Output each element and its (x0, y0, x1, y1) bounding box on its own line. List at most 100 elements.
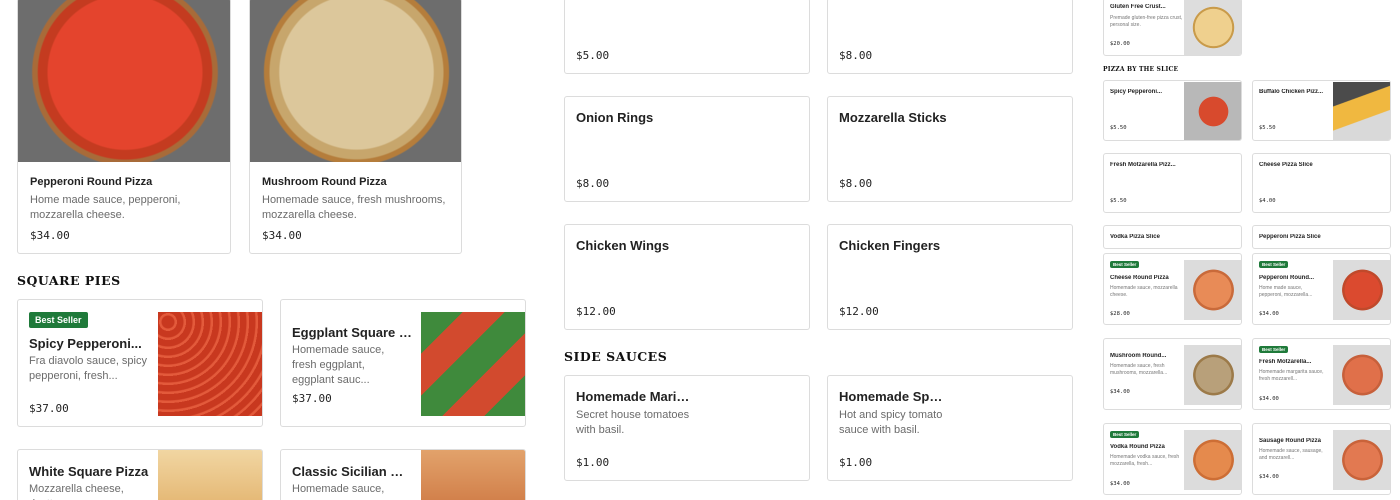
item-name: Sausage Round Pizza (1259, 438, 1322, 444)
item-name: Mushroom Round... (1110, 353, 1167, 359)
item-name: Mushroom Round Pizza (262, 176, 387, 188)
menu-item-card[interactable]: Fresh Motzarella Pizz... $5.50 (1103, 153, 1242, 213)
pizza-image (18, 0, 230, 162)
menu-item-card[interactable]: Pepperoni Round Pizza Home made sauce, p… (17, 0, 231, 254)
menu-item-card[interactable]: White Square Pizza Mozzarella cheese, ri… (17, 449, 263, 500)
item-price: $34.00 (1110, 481, 1130, 487)
item-price: $5.50 (1110, 125, 1127, 131)
item-name: Spicy Pepperoni... (29, 336, 142, 351)
item-name: White Square Pizza (29, 464, 149, 479)
item-price: $5.00 (576, 49, 610, 62)
item-description: Homemade sauce, fresh mushrooms, mozzare… (1110, 363, 1168, 376)
item-description: Homemade sauce, fresh mushrooms, mozzare… (262, 194, 446, 221)
best-seller-badge: Best Seller (1259, 261, 1289, 268)
menu-item-card[interactable]: Pepperoni Pizza Slice (1252, 225, 1391, 249)
menu-item-card[interactable]: $5.00 (564, 0, 810, 74)
item-description: Secret house tomatoes with basil. (576, 409, 690, 436)
item-description: Home made sauce, pepperoni, mozzarella c… (30, 194, 181, 221)
item-price: $37.00 (29, 402, 69, 415)
item-description: Homemade vodka sauce, fresh mozzarella, … (1110, 454, 1180, 467)
item-name: Cheese Round Pizza (1110, 275, 1169, 281)
pizza-image (158, 450, 262, 500)
item-name: Cheese Pizza Slice (1259, 162, 1313, 168)
menu-item-card[interactable]: Classic Sicilian Squ... Homemade sauce, (280, 449, 526, 500)
item-name: Buffalo Chicken Pizz... (1259, 89, 1324, 95)
item-price: $12.00 (576, 305, 616, 318)
item-name: Fresh Motzarella... (1259, 359, 1312, 365)
menu-item-card[interactable]: Homemade Spicy... Hot and spicy tomato s… (827, 375, 1073, 481)
item-price: $4.00 (1259, 198, 1276, 204)
item-price: $1.00 (576, 456, 610, 469)
item-description: Homemade sauce, mozzarella cheese. (1110, 285, 1178, 298)
item-name: Chicken Wings (576, 238, 670, 253)
item-price: $5.50 (1110, 198, 1127, 204)
item-name: Pepperoni Pizza Slice (1259, 234, 1321, 240)
menu-item-card[interactable]: Buffalo Chicken Pizz... $5.50 (1252, 80, 1391, 141)
item-price: $8.00 (839, 49, 873, 62)
menu-item-card[interactable]: Eggplant Square Pizza Homemade sauce, fr… (280, 299, 526, 427)
item-price: $12.00 (839, 305, 879, 318)
pizza-image (1333, 82, 1390, 140)
section-title-side-sauces: SIDE SAUCES (564, 349, 668, 364)
pizza-image (1333, 260, 1390, 320)
best-seller-badge: Best Seller (29, 312, 88, 328)
item-price: $20.00 (1110, 41, 1130, 47)
item-name: Spicy Pepperoni... (1110, 89, 1163, 95)
menu-item-card[interactable]: Mushroom Round... Homemade sauce, fresh … (1103, 338, 1242, 410)
menu-item-card[interactable]: Spicy Pepperoni... $5.50 (1103, 80, 1242, 141)
menu-item-card[interactable]: Homemade Marinar... Secret house tomatoe… (564, 375, 810, 481)
pizza-image (1184, 430, 1241, 490)
item-price: $28.00 (1110, 311, 1130, 317)
item-price: $34.00 (1259, 396, 1279, 402)
item-name: Pepperoni Round... (1259, 275, 1314, 281)
item-name: Pepperoni Round Pizza (30, 176, 153, 188)
item-name: Onion Rings (576, 110, 654, 125)
item-price: $8.00 (839, 177, 873, 190)
item-price: $34.00 (30, 229, 70, 242)
menu-item-card[interactable]: Vodka Pizza Slice (1103, 225, 1242, 249)
item-description: Home made sauce, pepperoni, mozzarella..… (1259, 285, 1313, 298)
pizza-image (158, 312, 262, 416)
menu-item-card[interactable]: Best Seller Fresh Motzarella... Homemade… (1252, 338, 1391, 410)
menu-item-card[interactable]: Chicken Wings $12.00 (564, 224, 810, 330)
item-name: Vodka Pizza Slice (1110, 234, 1160, 240)
best-seller-badge: Best Seller (1110, 431, 1140, 438)
pizza-image (421, 312, 525, 416)
item-description: Fra diavolo sauce, spicy pepperoni, fres… (29, 355, 147, 382)
item-description: Homemade margarita sauce, fresh mozzarel… (1259, 369, 1324, 382)
item-name: Chicken Fingers (839, 238, 941, 253)
item-price: $5.50 (1259, 125, 1276, 131)
menu-item-card[interactable]: Best Seller Pepperoni Round... Home made… (1252, 253, 1391, 325)
item-price: $34.00 (1259, 311, 1279, 317)
menu-item-card[interactable]: $8.00 (827, 0, 1073, 74)
pizza-image (1184, 0, 1241, 55)
menu-item-card[interactable]: Cheese Pizza Slice $4.00 (1252, 153, 1391, 213)
menu-item-card[interactable]: Chicken Fingers $12.00 (827, 224, 1073, 330)
item-price: $37.00 (292, 392, 332, 405)
item-name: Fresh Motzarella Pizz... (1110, 162, 1176, 168)
item-description: Homemade sauce, sausage, and mozzarell..… (1259, 448, 1323, 461)
menu-item-card[interactable]: Onion Rings $8.00 (564, 96, 810, 202)
menu-item-card[interactable]: Mushroom Round Pizza Homemade sauce, fre… (249, 0, 462, 254)
menu-item-card[interactable]: Best Seller Vodka Round Pizza Homemade v… (1103, 423, 1242, 495)
item-name: Vodka Round Pizza (1110, 444, 1165, 450)
menu-item-card[interactable]: Best Seller Cheese Round Pizza Homemade … (1103, 253, 1242, 325)
item-description: Homemade sauce, (292, 483, 385, 495)
item-name: Mozzarella Sticks (839, 110, 947, 125)
menu-item-card[interactable]: Sausage Round Pizza Homemade sauce, saus… (1252, 423, 1391, 495)
best-seller-badge: Best Seller (1110, 261, 1140, 268)
menu-item-card[interactable]: Mozzarella Sticks $8.00 (827, 96, 1073, 202)
section-title-pizza-by-the-slice: PIZZA BY THE SLICE (1103, 66, 1179, 73)
item-name: Gluten Free Crust... (1110, 4, 1166, 10)
pizza-image (250, 0, 461, 162)
pizza-image (1184, 260, 1241, 320)
item-price: $34.00 (1259, 474, 1279, 480)
section-title-square-pies: SQUARE PIES (17, 273, 121, 288)
item-price: $1.00 (839, 456, 873, 469)
item-description: Premade gluten-free pizza crust, persona… (1110, 15, 1183, 28)
item-name: Classic Sicilian Squ... (292, 464, 410, 479)
menu-item-card[interactable]: Gluten Free Crust... Premade gluten-free… (1103, 0, 1242, 56)
pizza-image (421, 450, 525, 500)
item-price: $8.00 (576, 177, 610, 190)
menu-item-card[interactable]: Best Seller Spicy Pepperoni... Fra diavo… (17, 299, 263, 427)
